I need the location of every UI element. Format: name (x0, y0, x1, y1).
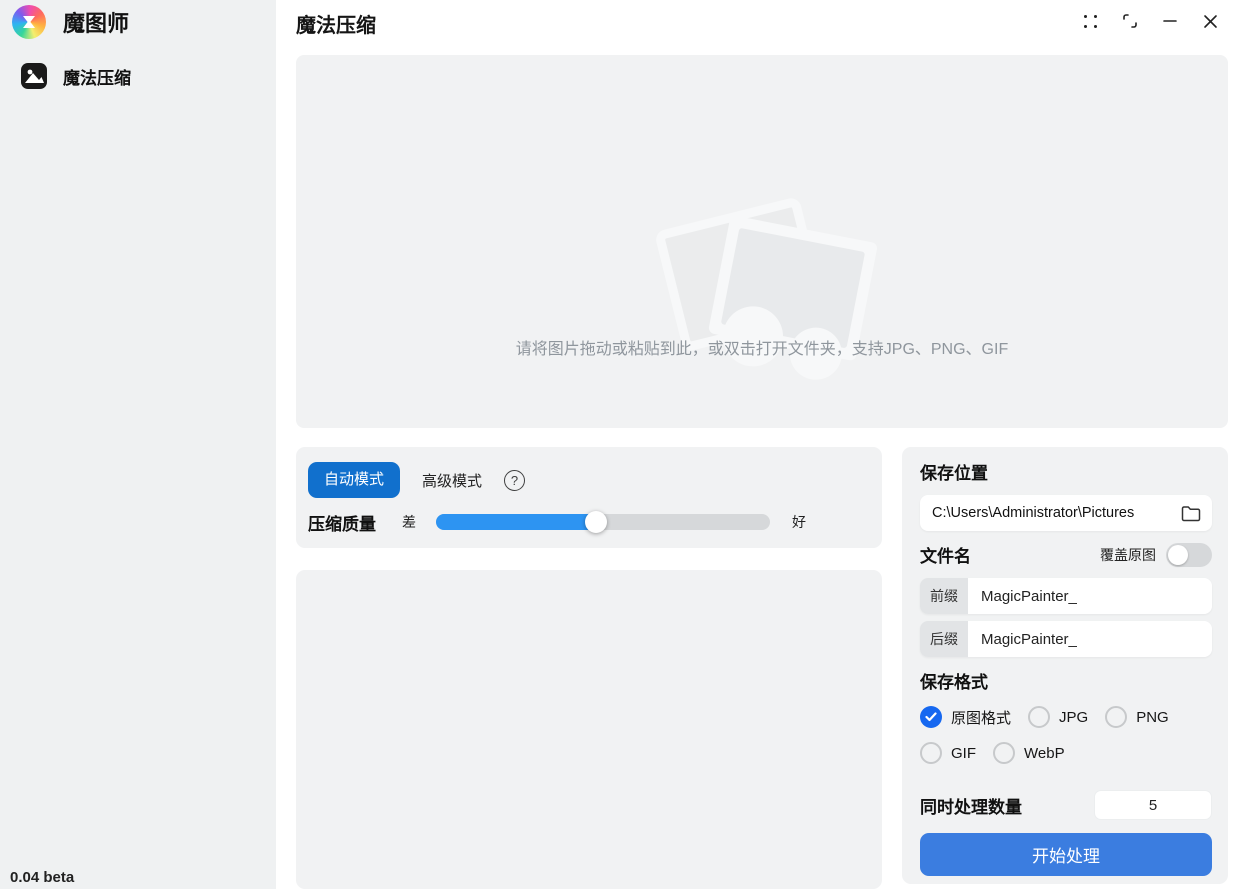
prefix-row: 前缀 (920, 578, 1212, 614)
compression-mode-panel: 自动模式 高级模式 ? 压缩质量 差 好 (296, 447, 882, 548)
prefix-chip: 前缀 (920, 578, 968, 614)
dropzone-hint: 请将图片拖动或粘贴到此，或双击打开文件夹，支持JPG、PNG、GIF (296, 335, 1228, 359)
image-icon (20, 62, 48, 90)
radio-circle (920, 742, 942, 764)
folder-icon[interactable] (1181, 505, 1201, 522)
quality-min-label: 差 (402, 512, 416, 532)
quality-label: 压缩质量 (308, 510, 376, 535)
hourglass-glyph (20, 13, 38, 31)
format-radio-row-1: 原图格式 JPG PNG (920, 705, 1212, 729)
suffix-row: 后缀 (920, 621, 1212, 657)
save-settings-panel: 保存位置 文件名 覆盖原图 前缀 后缀 保存格式 原图格式 (902, 447, 1228, 884)
help-icon[interactable]: ? (504, 470, 525, 491)
task-queue-panel (296, 570, 882, 889)
overwrite-toggle[interactable] (1166, 543, 1212, 567)
save-location-title: 保存位置 (920, 459, 1212, 484)
prefix-input[interactable] (968, 578, 1212, 614)
sidebar: 魔图师 魔法压缩 0.04 beta (0, 0, 276, 889)
suffix-chip: 后缀 (920, 621, 968, 657)
quality-max-label: 好 (792, 512, 806, 532)
filename-row: 文件名 覆盖原图 (920, 542, 1212, 567)
suffix-input[interactable] (968, 621, 1212, 657)
app-logo-icon (12, 5, 46, 39)
concurrency-row: 同时处理数量 (920, 790, 1212, 820)
radio-circle (1028, 706, 1050, 728)
radio-jpg[interactable]: JPG (1028, 706, 1088, 728)
window-controls (1070, 4, 1230, 38)
radio-png[interactable]: PNG (1105, 706, 1169, 728)
sidebar-item-magic-compress[interactable]: 魔法压缩 (20, 62, 131, 90)
start-processing-button[interactable]: 开始处理 (920, 833, 1212, 876)
check-icon (925, 712, 937, 722)
dots-grid-icon[interactable] (1070, 4, 1110, 38)
save-path-input[interactable] (932, 505, 1181, 521)
format-radio-row-2: GIF WebP (920, 741, 1212, 765)
maximize-icon[interactable] (1110, 4, 1150, 38)
close-icon[interactable] (1190, 4, 1230, 38)
tab-auto-mode[interactable]: 自动模式 (308, 462, 400, 498)
app-logo-row: 魔图师 (12, 5, 129, 39)
radio-original-format[interactable]: 原图格式 (920, 706, 1011, 728)
radio-circle (920, 706, 942, 728)
concurrency-input[interactable] (1094, 790, 1212, 820)
toggle-knob (1168, 545, 1188, 565)
sidebar-item-label: 魔法压缩 (63, 64, 131, 89)
save-path-box (920, 495, 1212, 531)
radio-webp[interactable]: WebP (993, 742, 1065, 764)
page-title: 魔法压缩 (296, 9, 376, 38)
image-dropzone[interactable]: 请将图片拖动或粘贴到此，或双击打开文件夹，支持JPG、PNG、GIF (296, 55, 1228, 428)
concurrency-label: 同时处理数量 (920, 793, 1022, 818)
quality-slider[interactable] (436, 514, 770, 530)
mode-tabs: 自动模式 高级模式 ? (308, 462, 868, 498)
quality-slider-fill (436, 514, 596, 530)
radio-circle (993, 742, 1015, 764)
radio-gif[interactable]: GIF (920, 742, 976, 764)
version-label: 0.04 beta (10, 869, 74, 886)
quality-slider-thumb[interactable] (585, 511, 607, 533)
minimize-icon[interactable] (1150, 4, 1190, 38)
filename-title: 文件名 (920, 542, 971, 567)
tab-advanced-mode[interactable]: 高级模式 (422, 470, 482, 491)
quality-slider-row: 压缩质量 差 好 (308, 505, 868, 539)
save-format-title: 保存格式 (920, 668, 1212, 693)
app-name: 魔图师 (63, 6, 129, 38)
radio-circle (1105, 706, 1127, 728)
overwrite-label: 覆盖原图 (1100, 545, 1156, 565)
